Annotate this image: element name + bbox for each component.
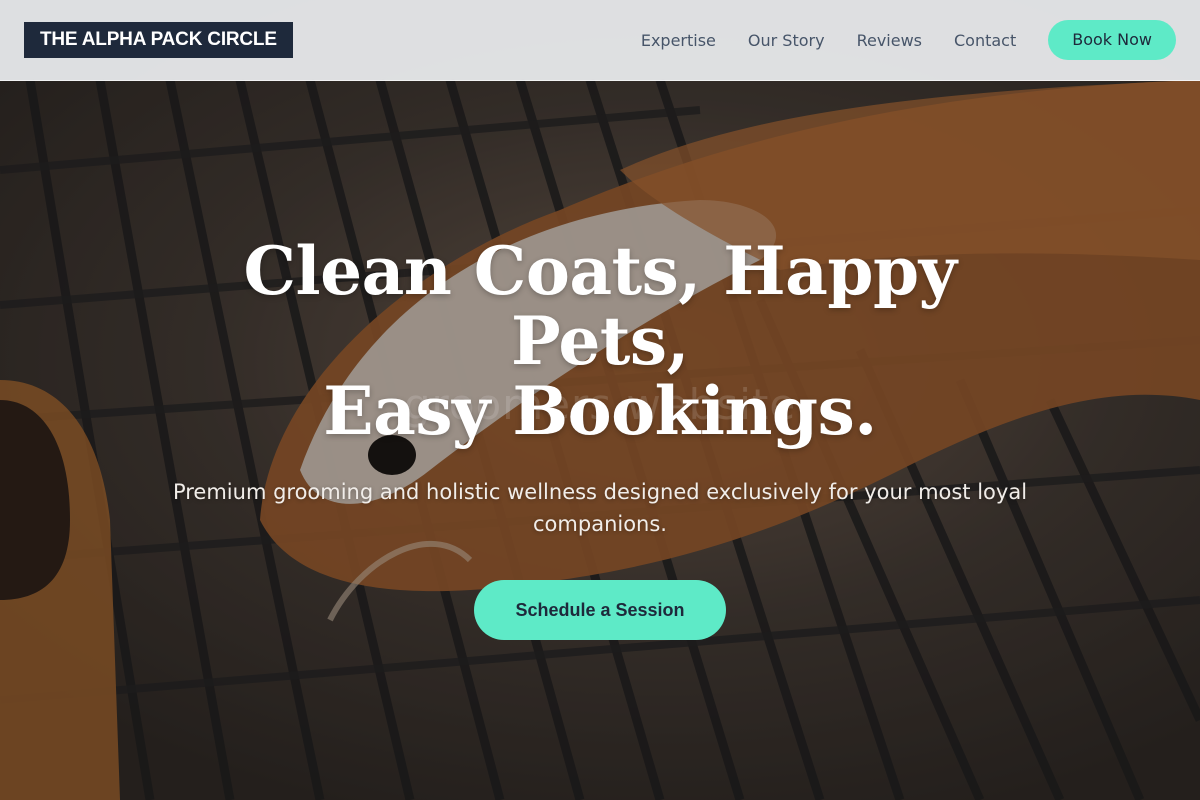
nav-link-reviews[interactable]: Reviews xyxy=(857,31,922,50)
schedule-session-button[interactable]: Schedule a Session xyxy=(474,580,726,640)
hero-section: Clean Coats, Happy Pets, Easy Bookings. … xyxy=(0,236,1200,640)
hero-title: Clean Coats, Happy Pets, Easy Bookings. xyxy=(150,236,1050,446)
site-header: THE ALPHA PACK CIRCLE Expertise Our Stor… xyxy=(0,0,1200,81)
hero-subtitle: Premium grooming and holistic wellness d… xyxy=(172,480,1028,536)
nav-link-expertise[interactable]: Expertise xyxy=(641,31,716,50)
hero-title-line-2: Easy Bookings. xyxy=(323,372,877,450)
nav-link-contact[interactable]: Contact xyxy=(954,31,1016,50)
book-now-button[interactable]: Book Now xyxy=(1048,20,1176,60)
logo[interactable]: THE ALPHA PACK CIRCLE xyxy=(24,22,293,58)
hero-title-line-1: Clean Coats, Happy Pets, xyxy=(243,232,957,380)
main-nav: Expertise Our Story Reviews Contact Book… xyxy=(641,20,1176,60)
nav-link-our-story[interactable]: Our Story xyxy=(748,31,825,50)
